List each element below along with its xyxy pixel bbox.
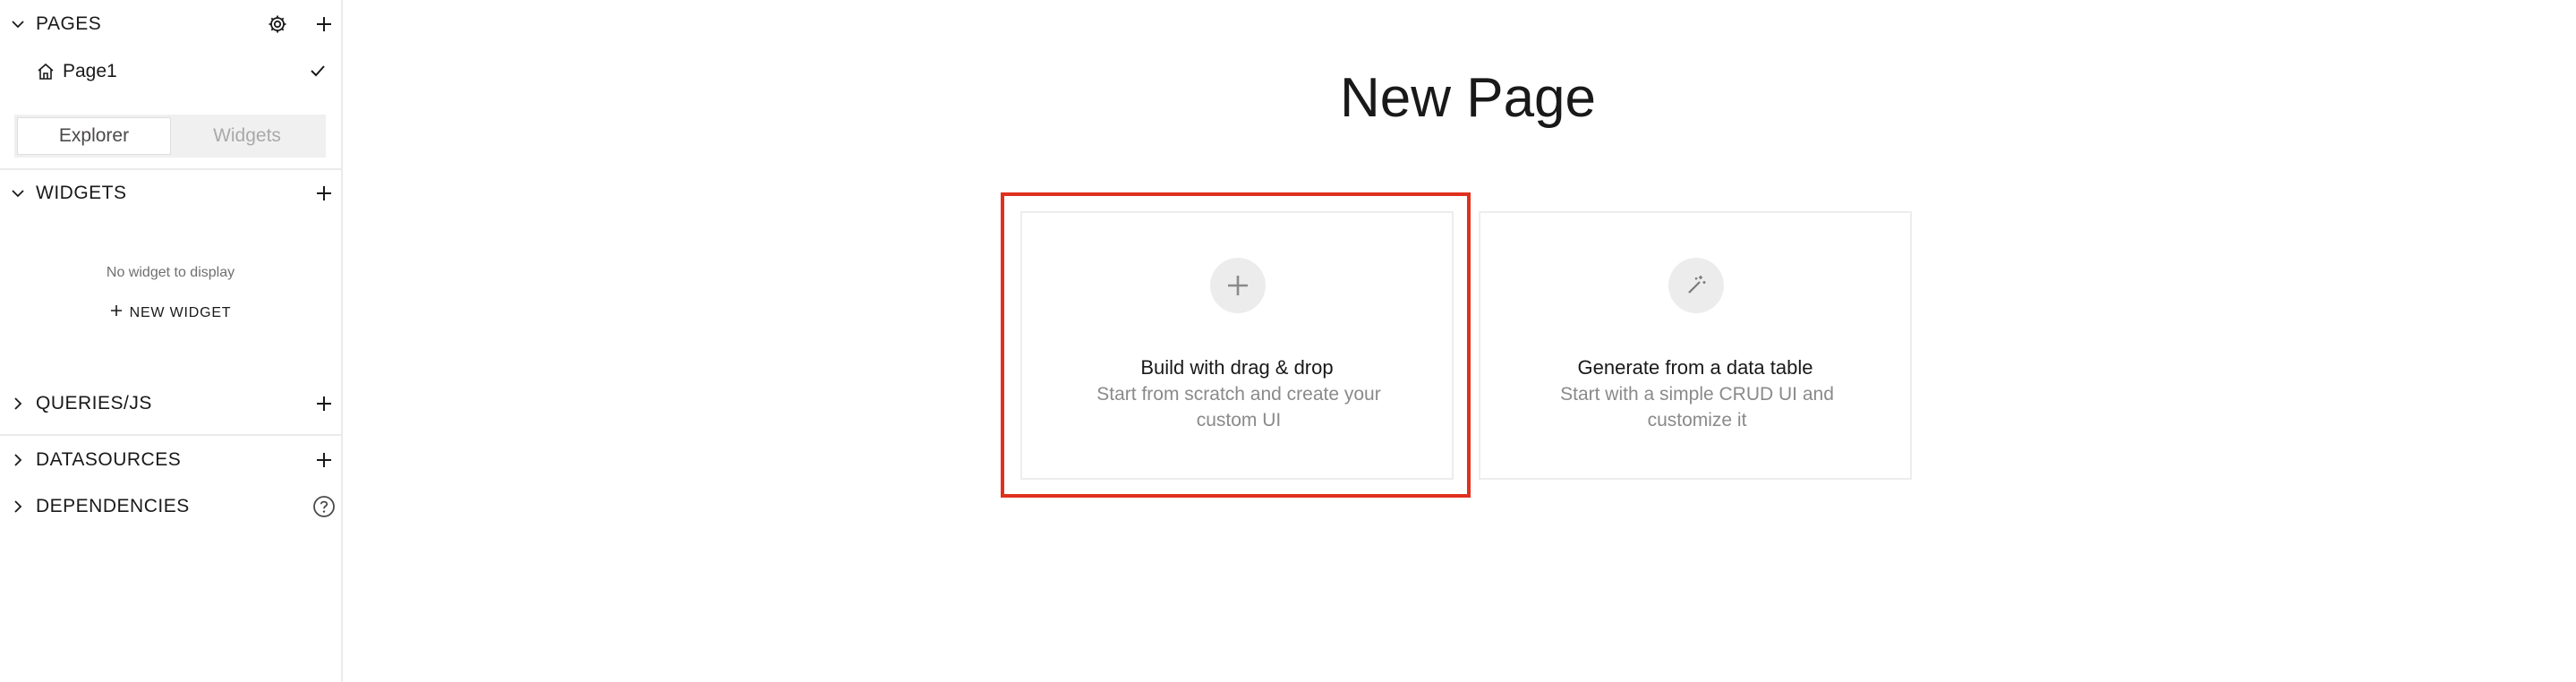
pages-title: PAGES: [36, 13, 102, 34]
divider: [0, 434, 341, 436]
page-title: New Page: [1339, 67, 1597, 129]
chevron-down-icon[interactable]: [9, 15, 27, 33]
page-item-page1[interactable]: Page1: [0, 50, 341, 93]
widgets-section-header[interactable]: WIDGETS: [0, 172, 341, 215]
magic-wand-icon: [1668, 258, 1724, 313]
chevron-down-icon[interactable]: [9, 184, 27, 202]
add-query-icon[interactable]: [311, 391, 337, 416]
check-icon: [308, 61, 328, 85]
dependencies-section-header[interactable]: DEPENDENCIES: [0, 485, 341, 528]
divider: [0, 168, 341, 170]
widgets-title: WIDGETS: [36, 183, 127, 203]
tab-explorer[interactable]: Explorer: [17, 117, 171, 155]
generate-from-table-card[interactable]: Generate from a data table Start with a …: [1479, 211, 1912, 480]
no-widget-message: No widget to display: [106, 265, 235, 280]
new-widget-button[interactable]: NEW WIDGET: [0, 304, 341, 321]
tab-widgets[interactable]: Widgets: [171, 117, 323, 155]
datasources-section-header[interactable]: DATASOURCES: [0, 439, 341, 482]
page-item-label: Page1: [63, 61, 117, 81]
add-datasource-icon[interactable]: [311, 448, 337, 473]
chevron-right-icon[interactable]: [9, 498, 27, 516]
add-widget-icon[interactable]: [311, 181, 337, 206]
explorer-widgets-tabs: Explorer Widgets: [14, 115, 326, 158]
chevron-right-icon[interactable]: [9, 395, 27, 413]
card-description: Start with a simple CRUD UI and customiz…: [1560, 384, 1834, 431]
new-widget-label: NEW WIDGET: [129, 304, 232, 320]
pages-section-header[interactable]: PAGES: [0, 3, 341, 46]
sidebar: PAGES Page1 Explorer Widgets WIDGETS No …: [0, 0, 343, 682]
datasources-title: DATASOURCES: [36, 449, 182, 470]
home-icon: [36, 62, 55, 81]
plus-icon: [1210, 258, 1266, 313]
queries-title: QUERIES/JS: [36, 393, 152, 413]
dependencies-title: DEPENDENCIES: [36, 496, 190, 516]
queries-section-header[interactable]: QUERIES/JS: [0, 382, 341, 425]
add-page-icon[interactable]: [311, 12, 337, 37]
gear-icon[interactable]: [265, 12, 290, 37]
help-icon[interactable]: [311, 494, 337, 519]
plus-icon: [110, 304, 123, 321]
card-title: Build with drag & drop: [1140, 356, 1334, 379]
build-drag-drop-card[interactable]: Build with drag & drop Start from scratc…: [1020, 211, 1454, 480]
card-description: Start from scratch and create your custo…: [1096, 384, 1381, 431]
card-title: Generate from a data table: [1577, 356, 1813, 379]
chevron-right-icon[interactable]: [9, 451, 27, 469]
